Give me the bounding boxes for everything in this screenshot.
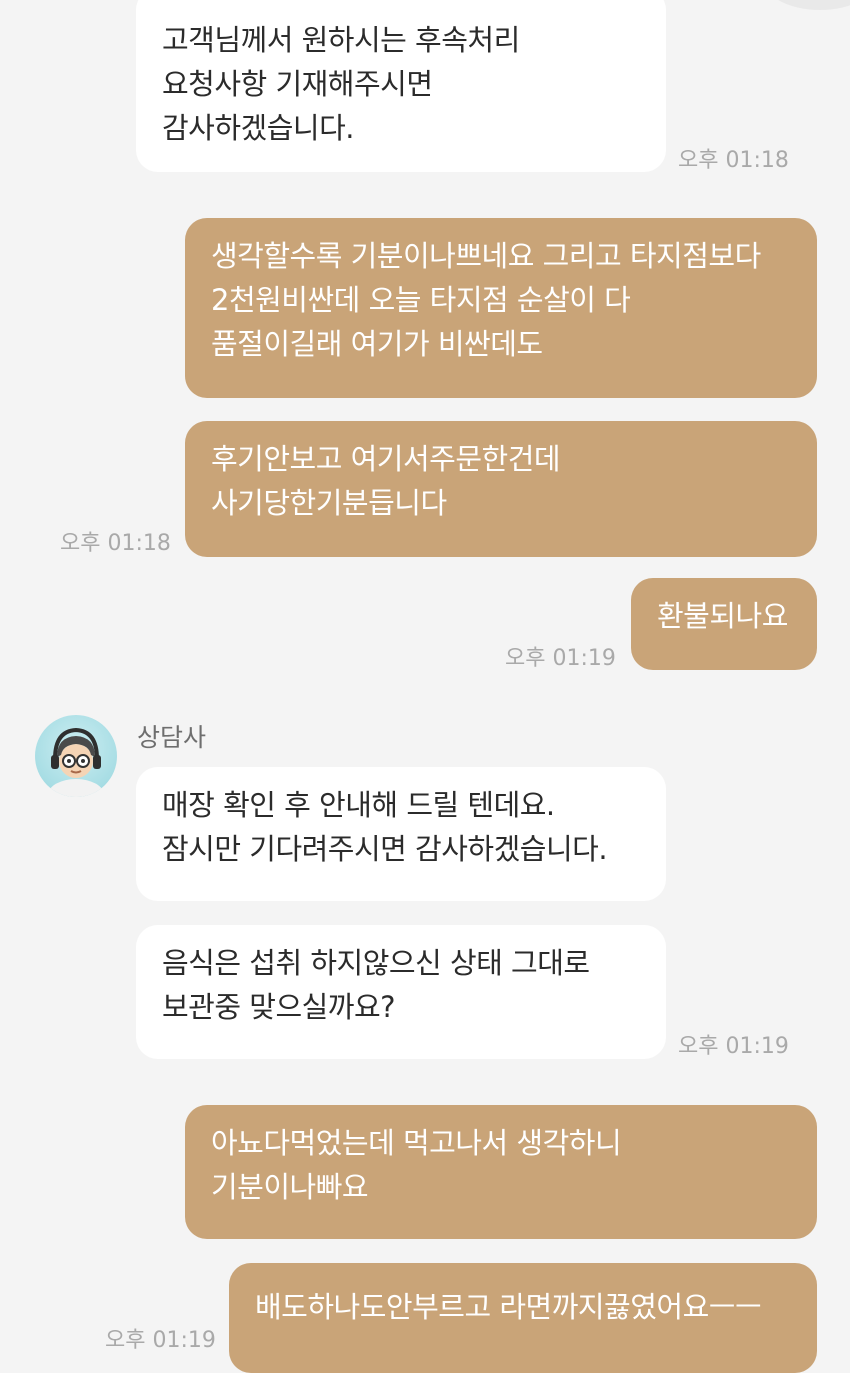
agent-message-bubble: 음식은 섭취 하지않으신 상태 그대로 보관중 맞으실까요? [136,925,666,1059]
user-message-bubble: 후기안보고 여기서주문한건데 사기당한기분듭니다 [185,421,817,557]
message-text-line: 생각할수록 기분이나쁘네요 그리고 타지점보다 [211,239,761,273]
message-text-line: 아뇨다먹었는데 먹고나서 생각하니 [211,1126,622,1160]
user-message-bubble: 환불되나요 [631,578,817,670]
user-message-bubble: 배도하나도안부르고 라면까지끓였어요ㅡㅡ [229,1263,817,1373]
message-text-line: 사기당한기분듭니다 [211,486,447,520]
user-message-bubble: 생각할수록 기분이나쁘네요 그리고 타지점보다 2천원비싼데 오늘 타지점 순살… [185,218,817,398]
message-timestamp: 오후 01:18 [678,148,789,173]
agent-message-bubble: 매장 확인 후 안내해 드릴 텐데요. 잠시만 기다려주시면 감사하겠습니다. [136,767,666,901]
message-text-line: 후기안보고 여기서주문한건데 [211,442,561,476]
floating-button-edge [760,0,850,10]
user-message-bubble: 아뇨다먹었는데 먹고나서 생각하니 기분이나빠요 [185,1105,817,1239]
message-timestamp: 오후 01:19 [505,646,616,671]
message-text-line: 잠시만 기다려주시면 감사하겠습니다. [162,832,608,866]
agent-avatar-icon [48,727,104,797]
message-text-line: 품절이길래 여기가 비싼데도 [211,327,543,361]
message-text-line: 매장 확인 후 안내해 드릴 텐데요. [162,788,555,822]
message-text-line: 고객님께서 원하시는 후속처리 [162,23,520,57]
message-timestamp: 오후 01:18 [60,531,171,556]
message-text-line: 기분이나빠요 [211,1170,369,1204]
agent-message-bubble: 고객님께서 원하시는 후속처리 요청사항 기재해주시면 감사하겠습니다. [136,0,666,172]
message-text-line: 음식은 섭취 하지않으신 상태 그대로 [162,946,590,980]
message-text-line: 요청사항 기재해주시면 [162,67,433,101]
message-text-line: 2천원비싼데 오늘 타지점 순살이 다 [211,283,631,317]
message-timestamp: 오후 01:19 [105,1328,216,1353]
message-text-line: 환불되나요 [657,599,788,633]
agent-avatar[interactable] [35,715,117,797]
message-text-line: 감사하겠습니다. [162,111,354,145]
agent-name: 상담사 [137,723,207,752]
message-timestamp: 오후 01:19 [678,1034,789,1059]
message-text-line: 배도하나도안부르고 라면까지끓였어요ㅡㅡ [255,1290,762,1324]
message-text-line: 보관중 맞으실까요? [162,990,396,1024]
